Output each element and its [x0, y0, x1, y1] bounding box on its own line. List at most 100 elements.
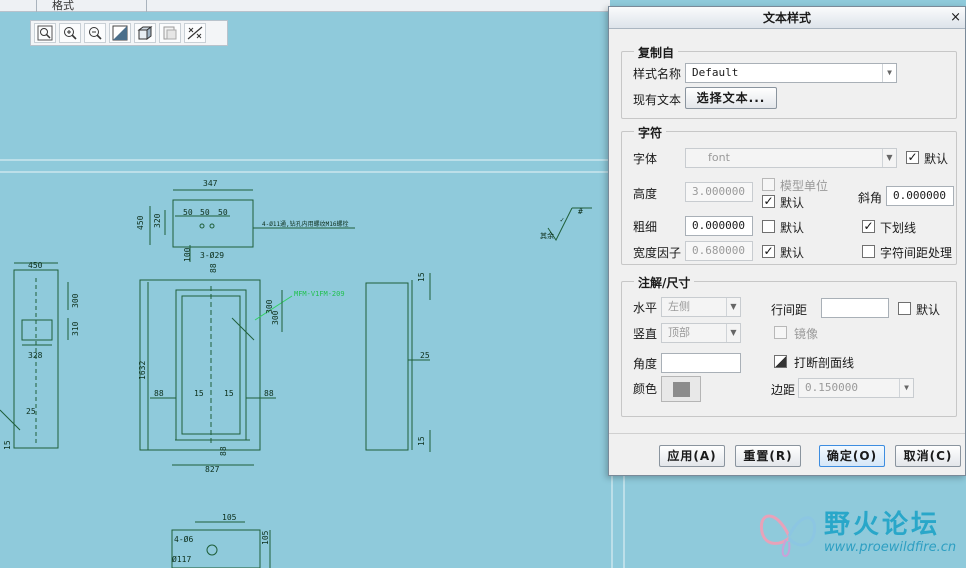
height-default-checkbox[interactable]: ✓ [762, 195, 775, 208]
dim-text: 105 [261, 530, 270, 545]
break-hatch-checkbox[interactable] [774, 355, 787, 368]
hole-mark [199, 223, 205, 229]
style-name-label: 样式名称 [633, 67, 682, 81]
font-default-label: 默认 [924, 152, 949, 166]
left-view-window [21, 319, 53, 341]
dim-text: 328 [28, 351, 43, 360]
roughness-text: 其余 [540, 231, 554, 240]
horizontal-label: 水平 [633, 301, 658, 315]
note-text: 3-Ø29 [200, 250, 224, 260]
margin-value: 0.150000 [805, 381, 858, 394]
height-input[interactable]: 3.000000 [685, 182, 753, 202]
apply-button[interactable]: 应用(A) [659, 445, 725, 467]
width-factor-input[interactable]: 0.680000 [685, 241, 753, 261]
color-label: 颜色 [633, 382, 658, 396]
height-label: 高度 [633, 187, 658, 201]
front-inner [181, 295, 241, 435]
thickness-default-label: 默认 [780, 221, 805, 235]
chevron-down-icon: ▼ [882, 149, 896, 167]
width-factor-label: 宽度因子 [633, 246, 682, 260]
dim-text: 50 [183, 208, 193, 217]
line-spacing-default-checkbox[interactable] [898, 302, 911, 315]
horizontal-select[interactable]: 左侧 ▼ [661, 297, 741, 317]
dim-text: 310 [71, 321, 80, 336]
dim-text: 105 [222, 513, 237, 522]
dim-text: 88 [219, 446, 228, 456]
group-title: 复制自 [634, 44, 679, 61]
style-name-select[interactable]: Default ▼ [685, 63, 897, 83]
chevron-down-icon: ▼ [726, 324, 740, 342]
font-select[interactable]: font ▼ [685, 148, 897, 168]
angle-label: 角度 [633, 357, 658, 371]
dim-text: 450 [136, 215, 145, 230]
dim-text: 50 [200, 208, 210, 217]
margin-label: 边距 [771, 383, 796, 397]
underline-checkbox[interactable]: ✓ [862, 220, 875, 233]
dim-text: 347 [203, 179, 218, 188]
character-group: 字符 字体 font ▼ ✓ 默认 模型单位 高度 3.000000 ✓ 默认 … [621, 124, 957, 265]
thickness-input[interactable]: 0.000000 [685, 216, 753, 236]
copy-from-group: 复制自 样式名称 Default ▼ 现有文本 选择文本... [621, 44, 957, 119]
model-units-checkbox[interactable] [762, 178, 775, 191]
dialog-title: 文本样式 [762, 11, 811, 25]
break-hatch-label: 打断剖面线 [794, 356, 855, 370]
color-picker-button[interactable] [661, 376, 701, 402]
roughness-text: ✓ [560, 216, 564, 224]
margin-select[interactable]: 0.150000 ▼ [798, 378, 914, 398]
style-name-value: Default [692, 66, 739, 79]
chevron-down-icon: ▼ [899, 379, 913, 397]
thickness-default-checkbox[interactable] [762, 220, 775, 233]
slant-label: 斜角 [858, 191, 883, 205]
hole-mark [206, 544, 218, 556]
dim-text: 25 [420, 351, 430, 360]
dim-text: 100 [183, 247, 192, 262]
slant-input[interactable]: 0.000000 [886, 186, 954, 206]
cancel-button[interactable]: 取消(C) [895, 445, 961, 467]
dialog-titlebar[interactable]: 文本样式 × [609, 7, 965, 29]
thickness-label: 粗细 [633, 220, 658, 234]
dim-text: 88 [264, 389, 274, 398]
dim-text: 15 [417, 272, 426, 282]
text-style-dialog: 文本样式 × 复制自 样式名称 Default ▼ 现有文本 选择文本... 字… [608, 6, 966, 476]
dim-text: 15 [194, 389, 204, 398]
dim-text: 1632 [138, 361, 147, 380]
dim-text: 15 [224, 389, 234, 398]
vertical-select[interactable]: 顶部 ▼ [661, 323, 741, 343]
dim-text: Ø117 [172, 554, 191, 564]
mirror-label: 镜像 [794, 327, 819, 341]
reset-button[interactable]: 重置(R) [735, 445, 801, 467]
dim-text: 15 [417, 436, 426, 446]
group-title: 字符 [634, 124, 667, 141]
line-spacing-input[interactable] [821, 298, 889, 318]
chevron-down-icon: ▼ [882, 64, 896, 82]
model-units-label: 模型单位 [780, 179, 829, 193]
font-default-checkbox[interactable]: ✓ [906, 151, 919, 164]
close-icon[interactable]: × [950, 7, 961, 29]
roughness-text: # [578, 207, 583, 216]
font-value: font [708, 151, 730, 164]
underline-label: 下划线 [880, 221, 917, 235]
arc [0, 409, 21, 431]
butterfly-logo-icon [759, 514, 817, 557]
font-label: 字体 [633, 152, 658, 166]
footer-divider [609, 433, 965, 434]
forum-watermark: 野火论坛 www.proewildfire.cn [756, 500, 966, 568]
dim-text: 827 [205, 465, 220, 474]
dim-text: 88 [154, 389, 164, 398]
dim-text: 25 [26, 407, 36, 416]
width-default-label: 默认 [780, 246, 805, 260]
watermark-title: 野火论坛 [824, 510, 941, 540]
note-dimension-group: 注解/尺寸 水平 左侧 ▼ 行间距 默认 竖直 顶部 ▼ 镜像 角度 打断剖面线… [621, 274, 957, 417]
select-text-button[interactable]: 选择文本... [685, 87, 777, 109]
dim-text: 50 [218, 208, 228, 217]
kerning-checkbox[interactable] [862, 245, 875, 258]
mirror-checkbox[interactable] [774, 326, 787, 339]
ok-button[interactable]: 确定(O) [819, 445, 885, 467]
width-default-checkbox[interactable]: ✓ [762, 245, 775, 258]
horizontal-value: 左侧 [668, 300, 690, 313]
hole-mark [209, 223, 215, 229]
watermark-url: www.proewildfire.cn [824, 540, 957, 555]
note-text: 4-Ø11通,钻孔内用螺纹M16螺栓 [262, 220, 349, 228]
dim-text: 300 [71, 293, 80, 308]
angle-input[interactable] [661, 353, 741, 373]
